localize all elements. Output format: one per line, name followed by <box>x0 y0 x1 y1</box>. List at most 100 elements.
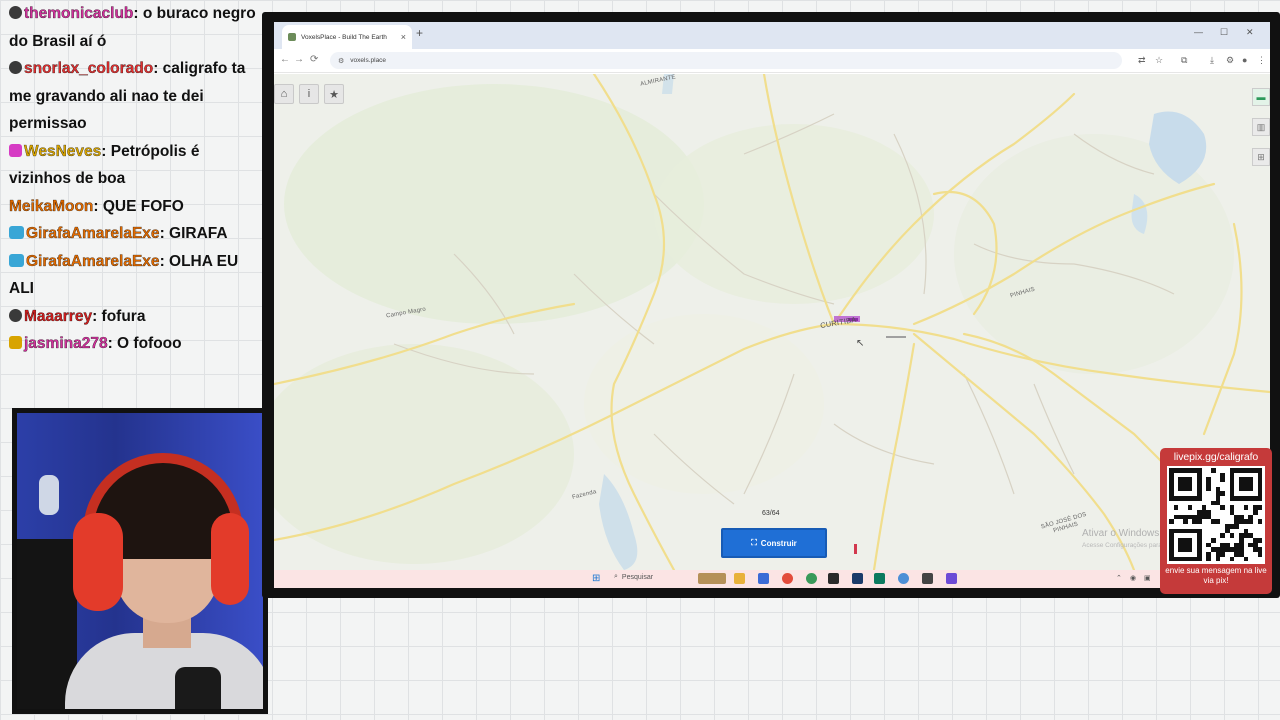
livepix-widget: livepix.gg/caligrafo envie sua mensagem … <box>1160 448 1272 594</box>
chat-message-text: : O fofooo <box>107 335 182 352</box>
maximize-button[interactable]: ☐ <box>1220 27 1228 38</box>
home-button[interactable]: ⌂ <box>274 84 294 104</box>
livepix-message: envie sua mensagem na live via pix! <box>1165 566 1267 585</box>
headphone-left <box>73 513 123 611</box>
obs-icon[interactable] <box>922 573 933 584</box>
reload-button[interactable]: ⟳ <box>310 54 318 65</box>
chat-message: Maaarrey: fofura <box>0 303 262 331</box>
windows-taskbar: ⊞ ⌕ Pesquisar ⌃ ◉ ▣ <box>274 570 1270 588</box>
webcam-overlay <box>12 408 268 714</box>
chat-username: GirafaAmarelaExe <box>26 225 160 242</box>
chat-badge-icon <box>9 61 22 74</box>
grid-app-icon[interactable] <box>946 573 957 584</box>
fullscreen-icon: ⛶ <box>751 538 757 547</box>
favorites-button[interactable]: ★ <box>324 84 344 104</box>
chat-badge-icon <box>9 253 24 267</box>
headphone-right <box>211 513 249 605</box>
edge-icon[interactable] <box>898 573 909 584</box>
chrome-icon[interactable] <box>782 573 793 584</box>
chat-message-text: : GIRAFA <box>159 225 228 242</box>
chat-username: MeikaMoon <box>9 197 94 215</box>
build-button[interactable]: ⛶ Construir <box>721 528 827 558</box>
taskbar-widget-icon[interactable] <box>698 573 726 584</box>
cart-icon[interactable]: ⊞ <box>1252 148 1270 166</box>
tab-strip: VoxelsPlace - Build The Earth × + — ☐ ✕ <box>274 22 1270 49</box>
download-icon[interactable]: ⤓ <box>1210 55 1214 66</box>
chat-message: MeikaMoon: QUE FOFO <box>0 193 262 221</box>
qr-module <box>1220 533 1225 538</box>
taskbar-search[interactable]: ⌕ Pesquisar <box>614 573 653 581</box>
chat-username: WesNeves <box>24 142 102 160</box>
chat-message: GirafaAmarelaExe: GIRAFA <box>0 220 262 248</box>
qr-module <box>1243 505 1249 510</box>
tab-title: VoxelsPlace - Build The Earth <box>301 33 387 41</box>
chat-username: jasmina278 <box>24 335 108 352</box>
qr-module <box>1211 468 1216 473</box>
qr-module <box>1183 519 1188 524</box>
qr-module <box>1229 533 1235 538</box>
minimize-button[interactable]: — <box>1194 27 1203 37</box>
settings-icon[interactable]: ⚙ <box>1226 55 1234 66</box>
chat-badge-icon <box>9 336 22 349</box>
windows-activation-watermark: Ativar o Windows <box>1082 528 1160 539</box>
chat-overlay: themonicaclub: o buraco negro do Brasil … <box>0 0 262 402</box>
site-info-icon[interactable]: ⚙ <box>338 57 344 65</box>
qr-module <box>1187 505 1193 510</box>
qr-module <box>1248 519 1253 524</box>
file-explorer-icon[interactable] <box>734 573 745 584</box>
translate-icon[interactable]: ⇄ <box>1138 55 1146 66</box>
chat-message: snorlax_colorado: caligrafo ta me gravan… <box>0 55 262 138</box>
screen-capture-frame: VoxelsPlace - Build The Earth × + — ☐ ✕ … <box>262 12 1280 598</box>
search-icon: ⌕ <box>614 573 618 580</box>
app-icon[interactable] <box>874 573 885 584</box>
map-viewport[interactable]: ⌂ i ★ ▬ ▥ ⊞ ALMIRANTE Campo Magro CURITI… <box>274 74 1270 570</box>
chat-message-text: : QUE FOFO <box>93 197 184 215</box>
qr-module <box>1257 505 1263 510</box>
tray-volume-icon[interactable]: ▣ <box>1144 574 1151 582</box>
map-canvas[interactable] <box>274 74 1270 570</box>
qr-module <box>1173 505 1179 510</box>
tray-network-icon[interactable]: ◉ <box>1130 574 1136 582</box>
new-tab-button[interactable]: + <box>416 26 423 40</box>
tray-chevron-icon[interactable]: ⌃ <box>1116 574 1122 582</box>
extensions-icon[interactable]: ⧉ <box>1181 55 1187 66</box>
chat-message: themonicaclub: o buraco negro do Brasil … <box>0 0 262 55</box>
qr-module <box>1257 552 1263 557</box>
qr-module <box>1169 519 1174 524</box>
terminal-icon[interactable] <box>828 573 839 584</box>
chat-username: GirafaAmarelaExe <box>26 252 160 270</box>
stats-icon[interactable]: ▥ <box>1252 118 1270 136</box>
store-icon[interactable] <box>758 573 769 584</box>
chat-message: WesNeves: Petrópolis é vizinhos de boa <box>0 138 262 193</box>
bookmark-star-icon[interactable]: ☆ <box>1155 55 1163 66</box>
qr-module <box>1197 519 1202 524</box>
browser-toolbar: ← → ⟳ ⚙ voxels.place ⇄ ☆ ⧉ ⤓ ⚙ ● ⋮ <box>274 49 1270 73</box>
chat-message: jasmina278: O fofooo <box>0 330 262 358</box>
steam-icon[interactable] <box>852 573 863 584</box>
close-tab-icon[interactable]: × <box>401 32 406 42</box>
pixel-counter: 63/64 <box>762 510 780 517</box>
chat-badge-icon <box>9 6 22 19</box>
forward-button[interactable]: → <box>294 54 304 65</box>
back-button[interactable]: ← <box>280 54 290 65</box>
profile-icon[interactable]: ● <box>1242 55 1247 65</box>
chat-username: Maaarrey <box>24 307 93 325</box>
xbox-icon[interactable] <box>806 573 817 584</box>
qr-module <box>1211 538 1216 543</box>
qr-module <box>1234 524 1239 529</box>
menu-icon[interactable]: ⋮ <box>1257 55 1266 66</box>
qr-module <box>1253 510 1258 515</box>
address-bar[interactable]: ⚙ voxels.place <box>330 52 1122 69</box>
close-window-button[interactable]: ✕ <box>1246 27 1254 38</box>
qr-module <box>1257 538 1263 543</box>
side-panel-button-1[interactable]: ▬ <box>1252 88 1270 106</box>
chat-username: snorlax_colorado <box>24 60 154 77</box>
chat-badge-icon <box>9 308 22 322</box>
info-button[interactable]: i <box>299 84 319 104</box>
chat-message: GirafaAmarelaExe: OLHA EU ALI <box>0 248 262 303</box>
browser-tab[interactable]: VoxelsPlace - Build The Earth × <box>282 25 412 49</box>
microphone <box>175 667 221 709</box>
chat-username: themonicaclub <box>24 5 134 22</box>
windows-start-icon[interactable]: ⊞ <box>592 574 602 584</box>
qr-module <box>1215 519 1221 524</box>
